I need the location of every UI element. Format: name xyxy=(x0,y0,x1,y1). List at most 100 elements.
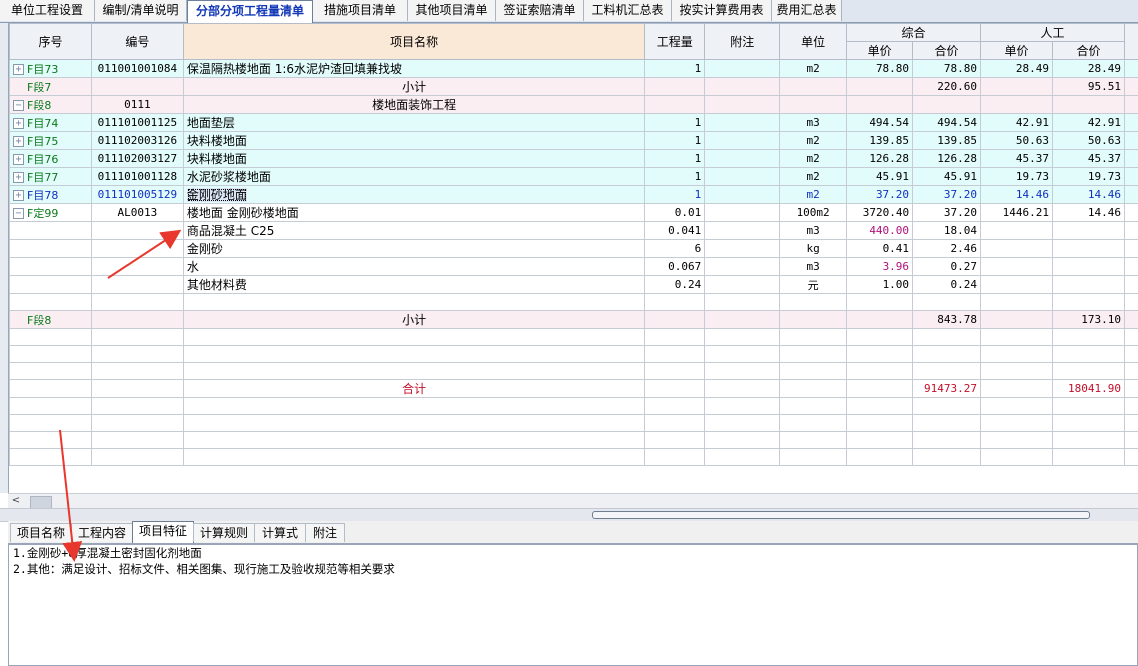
cell-lprice[interactable] xyxy=(980,95,1053,114)
cell-note[interactable] xyxy=(704,59,781,78)
cell-price[interactable]: 3720.40 xyxy=(846,203,914,222)
expand-icon[interactable]: + xyxy=(13,190,24,201)
cell-unit[interactable] xyxy=(779,95,848,114)
cell-qty[interactable]: 1 xyxy=(644,167,706,186)
cell-seq[interactable] xyxy=(9,397,92,415)
cell-price[interactable] xyxy=(846,310,914,329)
cell-note[interactable] xyxy=(704,239,781,258)
cell-amount[interactable] xyxy=(912,362,982,380)
cell-lamount[interactable] xyxy=(1051,95,1125,114)
cell-lprice[interactable]: 45.37 xyxy=(980,149,1053,168)
cell-filler[interactable] xyxy=(1123,221,1138,240)
cell-note[interactable] xyxy=(704,328,781,346)
tab-7[interactable]: 按实计算费用表 xyxy=(672,0,772,21)
cell-seq[interactable]: − F定99 xyxy=(9,203,92,222)
cell-filler[interactable] xyxy=(1123,431,1138,449)
cell-name[interactable]: 地面垫层 xyxy=(182,113,646,132)
table-row[interactable]: +F段7 小计 220.60 95.51 xyxy=(9,77,1138,96)
cell-code[interactable] xyxy=(90,379,184,398)
cell-filler[interactable] xyxy=(1123,397,1138,415)
cell-amount[interactable] xyxy=(912,345,982,363)
cell-unit[interactable]: m3 xyxy=(779,257,848,276)
cell-unit[interactable]: 元 xyxy=(779,275,848,294)
detail-tab-2[interactable]: 项目特征 xyxy=(132,521,194,543)
cell-seq[interactable]: + F目74 xyxy=(9,113,92,132)
cell-price[interactable]: 3.96 xyxy=(846,257,914,276)
cell-amount[interactable] xyxy=(912,448,982,466)
cell-note[interactable] xyxy=(704,149,781,168)
tab-6[interactable]: 工料机汇总表 xyxy=(584,0,672,21)
cell-qty[interactable] xyxy=(644,397,706,415)
cell-price[interactable]: 139.85 xyxy=(846,131,914,150)
cell-amount[interactable]: 78.80 xyxy=(912,59,982,78)
table-row[interactable]: 其他材料费 0.24 元 1.00 0.24 xyxy=(9,275,1138,294)
cell-note[interactable] xyxy=(704,131,781,150)
tab-1[interactable]: 编制/清单说明 xyxy=(95,0,187,21)
cell-seq[interactable] xyxy=(9,431,92,449)
cell-name[interactable]: 水 xyxy=(182,257,646,276)
cell-name[interactable]: 合计 xyxy=(182,379,646,398)
cell-name[interactable]: 保温隔热楼地面 1:6水泥炉渣回填兼找坡 xyxy=(182,59,646,78)
cell-name[interactable]: 楼地面 金刚砂楼地面 xyxy=(182,203,646,222)
cell-filler[interactable] xyxy=(1123,257,1138,276)
cell-amount[interactable] xyxy=(912,414,982,432)
cell-filler[interactable] xyxy=(1123,414,1138,432)
cell-lamount[interactable]: 42.91 xyxy=(1051,113,1125,132)
table-row[interactable]: + F目78 011101005129 金刚砂地面 1 m2 37.20 37.20 14.46… xyxy=(9,185,1138,204)
cell-unit[interactable]: m2 xyxy=(779,185,848,204)
cell-lprice[interactable] xyxy=(980,431,1053,449)
cell-seq[interactable]: + F目77 xyxy=(9,167,92,186)
cell-lprice[interactable] xyxy=(980,345,1053,363)
cell-note[interactable] xyxy=(704,185,781,204)
cell-code[interactable]: 011101001128 xyxy=(90,167,184,186)
cell-filler[interactable] xyxy=(1123,275,1138,294)
header-labor-amount[interactable]: 合价 xyxy=(1051,41,1125,60)
cell-lprice[interactable] xyxy=(980,362,1053,380)
cell-amount[interactable]: 37.20 xyxy=(912,203,982,222)
cell-name[interactable]: 块料楼地面 xyxy=(182,131,646,150)
cell-name[interactable] xyxy=(182,414,646,432)
expand-icon[interactable]: + xyxy=(13,136,24,147)
table-row[interactable]: + F目73 011001001084 保温隔热楼地面 1:6水泥炉渣回填兼找坡 1 m2… xyxy=(9,59,1138,78)
cell-lamount[interactable] xyxy=(1051,345,1125,363)
table-row[interactable] xyxy=(9,431,1138,449)
cell-filler[interactable] xyxy=(1123,185,1138,204)
cell-name[interactable] xyxy=(182,362,646,380)
cell-filler[interactable] xyxy=(1123,293,1138,311)
header-code[interactable]: 编号 xyxy=(90,23,184,60)
cell-qty[interactable] xyxy=(644,328,706,346)
cell-name[interactable]: 楼地面装饰工程 xyxy=(182,95,646,114)
cell-code[interactable] xyxy=(90,397,184,415)
cell-qty[interactable]: 0.01 xyxy=(644,203,706,222)
cell-filler[interactable] xyxy=(1123,310,1138,329)
cell-name[interactable] xyxy=(182,345,646,363)
cell-seq[interactable] xyxy=(9,257,92,276)
cell-filler[interactable] xyxy=(1123,113,1138,132)
cell-name[interactable] xyxy=(182,328,646,346)
cell-unit[interactable] xyxy=(779,345,848,363)
cell-unit[interactable]: m3 xyxy=(779,221,848,240)
table-row[interactable]: + F目77 011101001128 水泥砂浆楼地面 1 m2 45.91 45.91 19.… xyxy=(9,167,1138,186)
horizontal-scrollbar[interactable]: < xyxy=(8,493,1138,509)
cell-amount[interactable]: 0.27 xyxy=(912,257,982,276)
cell-qty[interactable] xyxy=(644,310,706,329)
cell-filler[interactable] xyxy=(1123,379,1138,398)
cell-filler[interactable] xyxy=(1123,448,1138,466)
cell-seq[interactable]: +F段8 xyxy=(9,310,92,329)
tab-3[interactable]: 措施项目清单 xyxy=(313,0,408,21)
bill-of-quantities-grid[interactable]: 序号 编号 项目名称 工程量 附注 单位 综合 人工 单价 合价 单价 合价 +… xyxy=(8,23,1138,493)
cell-lamount[interactable]: 18041.90 xyxy=(1051,379,1125,398)
cell-lprice[interactable] xyxy=(980,221,1053,240)
cell-seq[interactable] xyxy=(9,345,92,363)
cell-code[interactable]: 011102003127 xyxy=(90,149,184,168)
cell-qty[interactable] xyxy=(644,77,706,96)
cell-lprice[interactable] xyxy=(980,77,1053,96)
cell-amount[interactable]: 139.85 xyxy=(912,131,982,150)
tab-8[interactable]: 费用汇总表 xyxy=(772,0,842,21)
cell-lprice[interactable] xyxy=(980,275,1053,294)
cell-seq[interactable] xyxy=(9,293,92,311)
table-row[interactable]: + F目74 011101001125 地面垫层 1 m3 494.54 494.54 42.9… xyxy=(9,113,1138,132)
cell-qty[interactable]: 1 xyxy=(644,113,706,132)
cell-price[interactable] xyxy=(846,414,914,432)
cell-price[interactable] xyxy=(846,77,914,96)
